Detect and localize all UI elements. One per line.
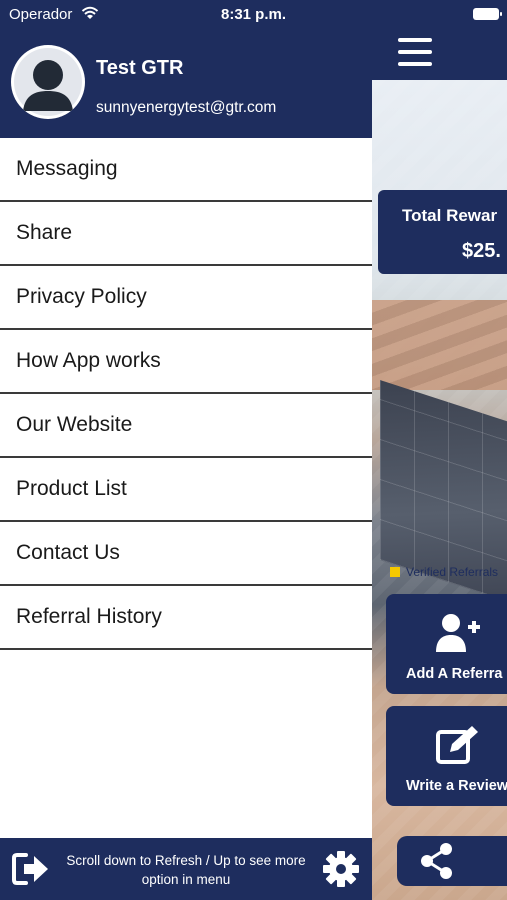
menu-item-referral-history[interactable]: Referral History: [0, 586, 372, 650]
user-name: Test GTR: [96, 57, 184, 79]
menu-item-messaging[interactable]: Messaging: [0, 138, 372, 202]
menu-item-contact-us[interactable]: Contact Us: [0, 522, 372, 586]
menu-item-label: Privacy Policy: [16, 285, 147, 308]
refresh-hint: Scroll down to Refresh / Up to see more …: [52, 851, 320, 889]
avatar-icon[interactable]: [11, 45, 85, 119]
status-time: 8:31 p.m.: [220, 6, 287, 23]
menu-item-label: Referral History: [16, 605, 162, 628]
menu-item-how-app-works[interactable]: How App works: [0, 330, 372, 394]
menu-item-product-list[interactable]: Product List: [0, 458, 372, 522]
legend-swatch: [390, 567, 400, 577]
add-user-icon: [436, 614, 480, 652]
rewards-title: Total Rewar: [402, 206, 498, 225]
user-email: sunnyenergytest@gtr.com: [96, 99, 277, 116]
logout-icon[interactable]: [12, 852, 50, 886]
refresh-hint-line2: option in menu: [141, 872, 231, 887]
add-referral-label: Add A Referra: [406, 666, 503, 682]
menu-item-label: Product List: [16, 477, 127, 500]
menu-item-privacy-policy[interactable]: Privacy Policy: [0, 266, 372, 330]
gear-icon[interactable]: [322, 850, 360, 888]
roof-photo-detail: [372, 300, 507, 390]
write-review-button[interactable]: Write a Review: [386, 706, 507, 806]
share-button[interactable]: [397, 836, 507, 886]
write-review-label: Write a Review: [406, 778, 507, 794]
add-referral-button[interactable]: Add A Referra: [386, 594, 507, 694]
menu-item-our-website[interactable]: Our Website: [0, 394, 372, 458]
menu-item-label: Contact Us: [16, 541, 120, 564]
battery-icon: [473, 8, 502, 20]
menu-icon[interactable]: [398, 38, 432, 66]
menu-item-label: Our Website: [16, 413, 133, 436]
drawer-menu: Messaging Share Privacy Policy How App w…: [0, 138, 372, 650]
drawer-footer: Scroll down to Refresh / Up to see more …: [0, 838, 372, 900]
edit-icon: [436, 726, 478, 764]
menu-item-label: Messaging: [16, 157, 118, 180]
menu-item-share[interactable]: Share: [0, 202, 372, 266]
menu-item-label: Share: [16, 221, 73, 244]
verified-referrals-legend: Verified Referrals: [390, 564, 498, 580]
side-drawer: Test GTR sunnyenergytest@gtr.com Messagi…: [0, 0, 372, 900]
share-icon: [421, 843, 452, 879]
legend-label: Verified Referrals: [406, 565, 499, 579]
total-rewards-card: Total Rewar $25.: [378, 190, 507, 274]
status-bar: Operador 8:31 p.m.: [0, 0, 507, 28]
refresh-hint-line1: Scroll down to Refresh / Up to see more: [66, 853, 306, 868]
menu-item-label: How App works: [16, 349, 161, 372]
rewards-amount: $25.: [462, 240, 501, 262]
